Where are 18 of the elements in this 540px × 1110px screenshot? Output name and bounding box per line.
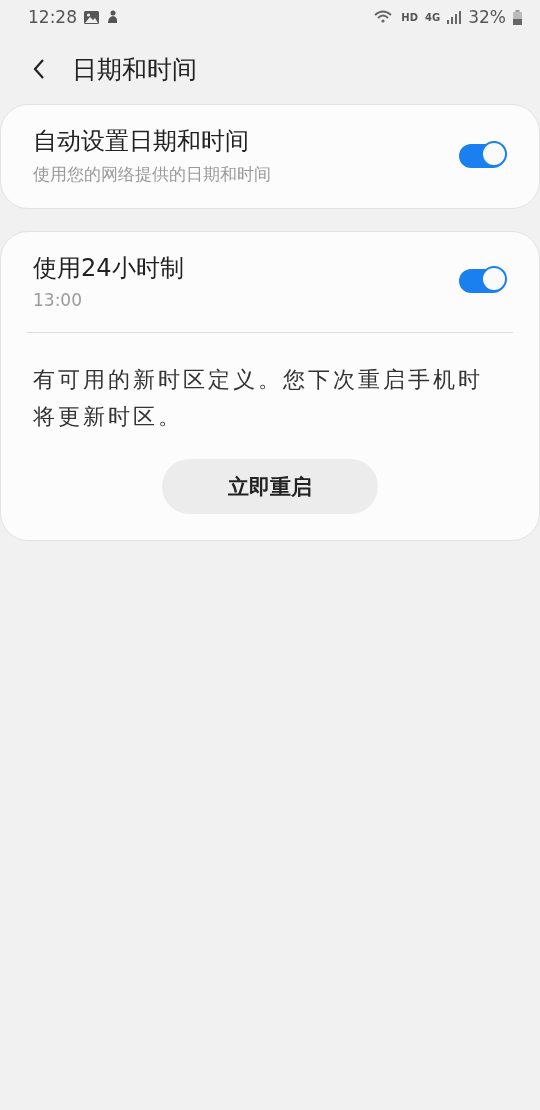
- setting-subtitle: 使用您的网络提供的日期和时间: [33, 163, 272, 186]
- battery-percent: 32%: [468, 7, 506, 27]
- image-icon: [84, 10, 99, 24]
- hd-label: HD: [401, 11, 419, 23]
- page-title: 日期和时间: [72, 53, 197, 86]
- setting-subtitle: 13:00: [33, 290, 83, 310]
- notice-text: 有可用的新时区定义。您下次重启手机时将更新时区。: [32, 366, 484, 431]
- restart-button[interactable]: 立即重启: [162, 459, 378, 514]
- setting-title: 自动设置日期和时间: [33, 126, 250, 157]
- signal-icon: [447, 10, 462, 24]
- toggle-switch[interactable]: [459, 269, 505, 293]
- setting-title: 使用24小时制: [33, 253, 185, 284]
- status-time: 12:28: [28, 7, 77, 27]
- toggle-switch[interactable]: [459, 143, 505, 168]
- battery-icon: [513, 9, 522, 25]
- network-label: 4G: [425, 11, 441, 23]
- figure-icon: [106, 10, 119, 24]
- chevron-left-icon: [32, 58, 46, 80]
